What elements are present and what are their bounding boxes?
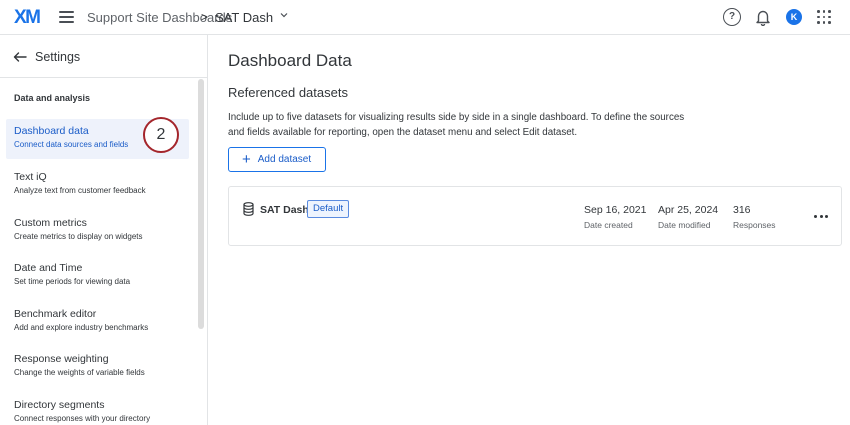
dataset-name: SAT Dash xyxy=(260,204,309,216)
bell-icon[interactable] xyxy=(754,8,772,26)
menu-icon[interactable] xyxy=(59,11,74,23)
more-options-icon[interactable] xyxy=(814,208,830,224)
top-bar: XM Support Site Dashboards > SAT Dash ? … xyxy=(0,0,850,35)
section-description: Include up to five datasets for visualiz… xyxy=(228,112,685,138)
step-number-badge: 2 xyxy=(143,117,179,153)
default-badge: Default xyxy=(307,200,350,218)
nav-item-title: Directory segments xyxy=(14,399,105,411)
settings-back-label: Settings xyxy=(35,50,81,64)
arrow-left-icon xyxy=(13,52,27,62)
nav-item-subtitle: Change the weights of variable fields xyxy=(14,368,145,377)
breadcrumb-parent[interactable]: Support Site Dashboards xyxy=(87,10,232,25)
nav-item-subtitle: Create metrics to display on widgets xyxy=(14,232,143,241)
sidebar-item-response-weighting[interactable]: Response weighting Change the weights of… xyxy=(6,347,189,387)
plus-icon: + xyxy=(242,151,251,168)
nav-item-title: Custom metrics xyxy=(14,217,87,229)
nav-item-subtitle: Analyze text from customer feedback xyxy=(14,186,146,195)
dataset-card[interactable]: SAT Dash Default Sep 16, 2021 Date creat… xyxy=(228,186,842,246)
date-modified-label: Date modified xyxy=(658,220,711,230)
add-dataset-label: Add dataset xyxy=(257,154,312,165)
section-title: Referenced datasets xyxy=(228,85,348,100)
add-dataset-button[interactable]: + Add dataset xyxy=(228,147,326,172)
date-modified: Apr 25, 2024 Date modified xyxy=(658,204,718,230)
date-created-label: Date created xyxy=(584,220,633,230)
sidebar-divider xyxy=(0,77,207,78)
responses-label: Responses xyxy=(733,220,776,230)
sidebar-item-date-and-time[interactable]: Date and Time Set time periods for viewi… xyxy=(6,256,189,296)
settings-back-link[interactable]: Settings xyxy=(13,50,80,64)
chevron-down-icon[interactable] xyxy=(280,11,288,19)
sidebar-item-directory-segments[interactable]: Directory segments Connect responses wit… xyxy=(6,393,189,425)
nav-item-subtitle: Add and explore industry benchmarks xyxy=(14,323,149,332)
sidebar-item-text-iq[interactable]: Text iQ Analyze text from customer feedb… xyxy=(6,165,189,205)
nav-item-title: Benchmark editor xyxy=(14,308,97,320)
responses: 316 Responses xyxy=(733,204,776,230)
settings-sidebar: Settings Data and analysis Dashboard dat… xyxy=(0,35,208,425)
avatar[interactable]: K xyxy=(786,9,802,25)
nav-item-title: Text iQ xyxy=(14,171,47,183)
section-label: Data and analysis xyxy=(14,93,91,103)
date-created: Sep 16, 2021 Date created xyxy=(584,204,646,230)
sidebar-scrollbar[interactable] xyxy=(198,79,204,329)
page-title: Dashboard Data xyxy=(228,51,352,70)
database-icon xyxy=(243,202,254,216)
nav-item-title: Response weighting xyxy=(14,353,109,365)
sidebar-item-custom-metrics[interactable]: Custom metrics Create metrics to display… xyxy=(6,211,189,251)
date-modified-value: Apr 25, 2024 xyxy=(658,204,719,216)
nav-item-subtitle: Set time periods for viewing data xyxy=(14,277,131,286)
xm-logo[interactable]: XM xyxy=(14,7,41,29)
apps-grid-icon[interactable] xyxy=(817,10,831,24)
nav-item-title: Date and Time xyxy=(14,262,83,274)
breadcrumb-current[interactable]: SAT Dash xyxy=(215,10,273,25)
date-created-value: Sep 16, 2021 xyxy=(584,204,647,216)
nav-item-subtitle: Connect responses with your directory xyxy=(14,414,151,423)
responses-value: 316 xyxy=(733,204,751,216)
help-icon[interactable]: ? xyxy=(723,8,741,26)
sidebar-item-benchmark-editor[interactable]: Benchmark editor Add and explore industr… xyxy=(6,302,189,342)
breadcrumb-separator: > xyxy=(201,10,209,24)
